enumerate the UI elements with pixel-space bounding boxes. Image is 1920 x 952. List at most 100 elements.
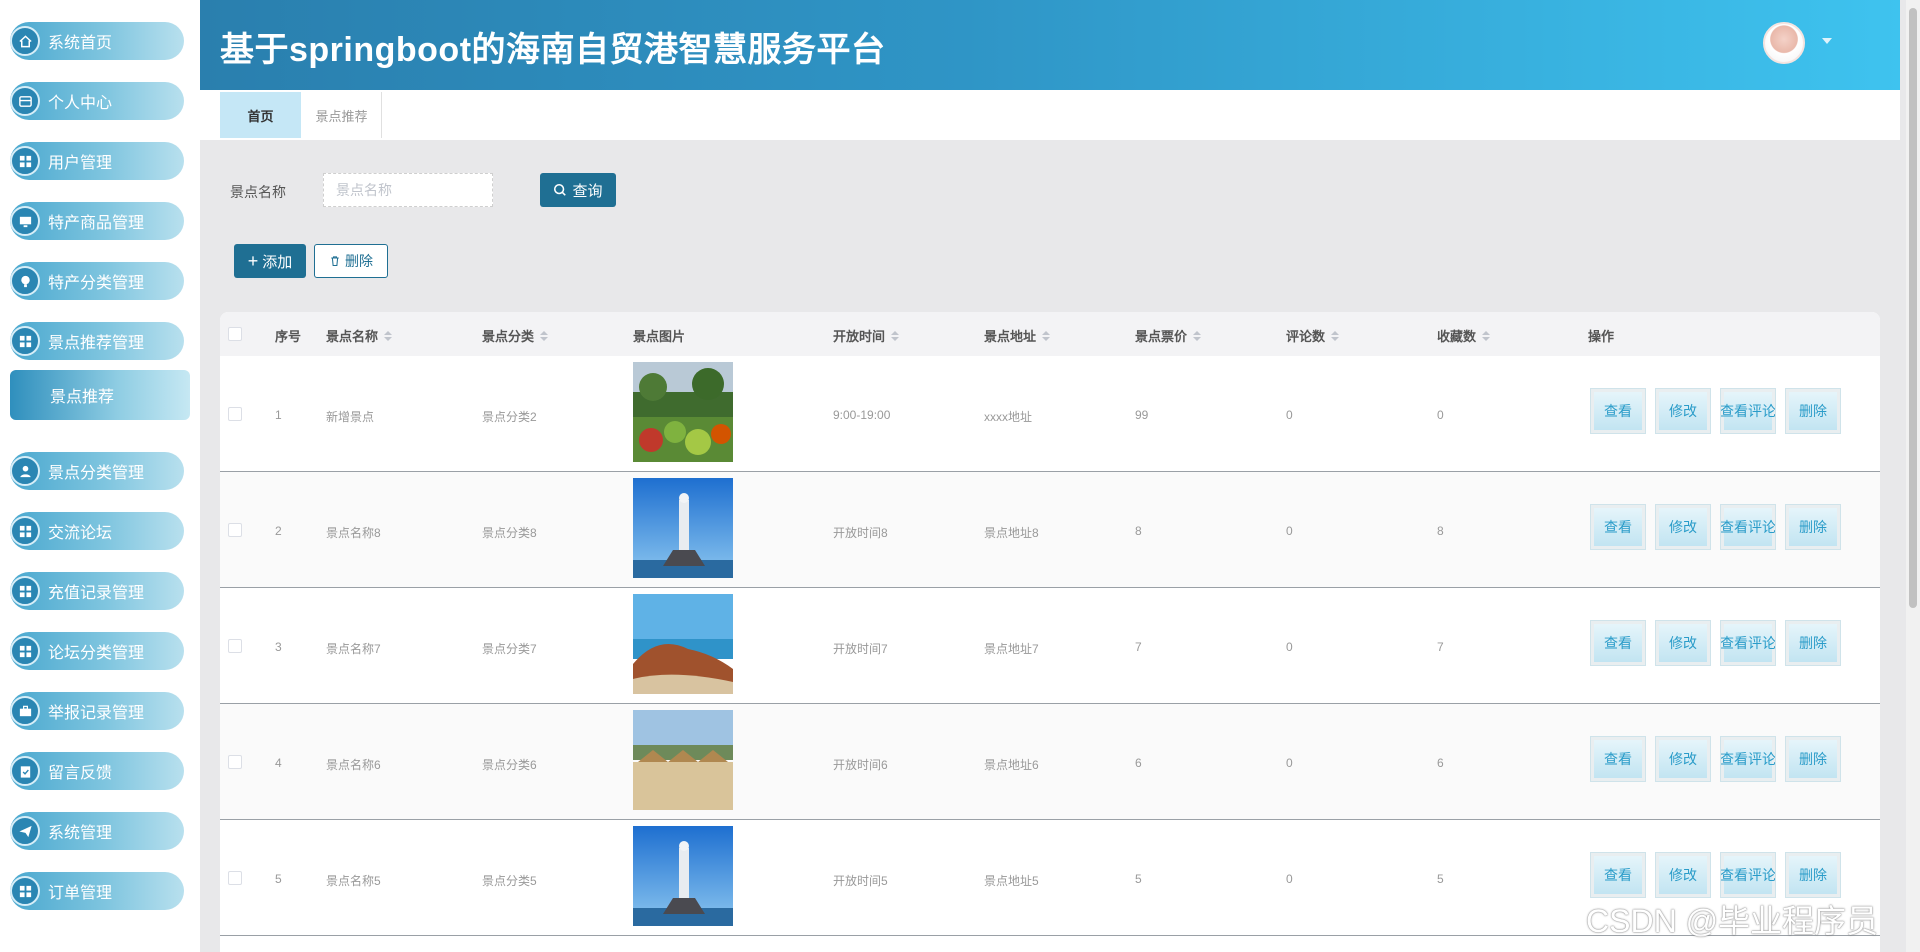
row-delete-button[interactable]: 删除 xyxy=(1785,852,1841,898)
cell-address: 景点地址6 xyxy=(984,758,1039,772)
column-address[interactable]: 景点地址 xyxy=(984,326,1051,345)
row-checkbox[interactable] xyxy=(228,407,242,421)
row-delete-button[interactable]: 删除 xyxy=(1785,620,1841,666)
delete-button-label: 删除 xyxy=(345,253,373,269)
query-button-label: 查询 xyxy=(572,182,603,200)
sidebar-item-specialty-goods[interactable]: 特产商品管理 xyxy=(10,202,184,240)
cell-category: 景点分类5 xyxy=(482,874,537,888)
search-input[interactable] xyxy=(323,173,493,207)
sort-icon[interactable] xyxy=(1042,330,1051,341)
view-comments-button[interactable]: 查看评论 xyxy=(1720,736,1776,782)
avatar[interactable] xyxy=(1763,22,1805,64)
table-row: 4 景点名称6 景点分类6 开放时间6 景点地址6 6 0 6 查看 修改 查看评论 删除 xyxy=(220,704,1880,820)
sidebar-item-forum[interactable]: 交流论坛 xyxy=(10,512,184,550)
row-checkbox[interactable] xyxy=(228,755,242,769)
sidebar-item-label: 留言反馈 xyxy=(48,765,113,782)
briefcase-icon xyxy=(10,696,40,726)
delete-button[interactable]: 删除 xyxy=(314,244,388,278)
sidebar-item-label: 用户管理 xyxy=(48,155,113,172)
edit-button[interactable]: 修改 xyxy=(1655,388,1711,434)
cell-index: 4 xyxy=(275,756,282,770)
cell-comments: 0 xyxy=(1286,872,1293,886)
scrollbar[interactable] xyxy=(1906,0,1920,952)
user-icon xyxy=(10,456,40,486)
sidebar-item-attraction-category[interactable]: 景点分类管理 xyxy=(10,452,184,490)
sidebar-item-system-management[interactable]: 系统管理 xyxy=(10,812,184,850)
grid-icon xyxy=(10,146,40,176)
sidebar-item-attraction-management[interactable]: 景点推荐管理 xyxy=(10,322,184,360)
cell-open-time: 开放时间6 xyxy=(833,758,888,772)
cell-category: 景点分类6 xyxy=(482,758,537,772)
view-comments-button[interactable]: 查看评论 xyxy=(1720,620,1776,666)
row-checkbox[interactable] xyxy=(228,639,242,653)
submenu-attraction-recommend[interactable]: 景点推荐 xyxy=(10,370,190,420)
row-checkbox[interactable] xyxy=(228,871,242,885)
header: 基于springboot的海南自贸港智慧服务平台 xyxy=(200,0,1900,90)
query-button[interactable]: 查询 xyxy=(540,173,616,207)
monitor-icon xyxy=(10,206,40,236)
tab-attraction-recommend[interactable]: 景点推荐 xyxy=(302,92,382,138)
column-name[interactable]: 景点名称 xyxy=(326,326,393,345)
select-all-checkbox[interactable] xyxy=(228,327,242,341)
sidebar-item-label: 景点分类管理 xyxy=(48,465,145,482)
edit-button[interactable]: 修改 xyxy=(1655,620,1711,666)
column-comments[interactable]: 评论数 xyxy=(1286,326,1340,345)
column-price[interactable]: 景点票价 xyxy=(1135,326,1202,345)
sidebar-item-recharge-records[interactable]: 充值记录管理 xyxy=(10,572,184,610)
send-icon xyxy=(10,816,40,846)
column-label: 景点分类 xyxy=(482,329,535,344)
sort-icon[interactable] xyxy=(1482,330,1491,341)
search-icon xyxy=(554,183,567,196)
table-header: 序号 景点名称 景点分类 景点图片 开放时间 景点地址 景点票价 评论数 收藏数… xyxy=(220,312,1880,356)
add-button[interactable]: + 添加 xyxy=(234,244,306,278)
view-button[interactable]: 查看 xyxy=(1590,504,1646,550)
sidebar-item-home[interactable]: 系统首页 xyxy=(10,22,184,60)
view-button[interactable]: 查看 xyxy=(1590,388,1646,434)
table-row: 1 新增景点 景点分类2 9:00-19:00 xxxx地址 99 0 0 查看 修改 查看评论 删除 xyxy=(220,356,1880,472)
sort-icon[interactable] xyxy=(891,330,900,341)
cell-open-time: 9:00-19:00 xyxy=(833,408,891,422)
column-index: 序号 xyxy=(275,326,301,345)
row-checkbox[interactable] xyxy=(228,523,242,537)
column-open-time[interactable]: 开放时间 xyxy=(833,326,900,345)
cell-address: xxxx地址 xyxy=(984,410,1033,424)
cell-favorites: 6 xyxy=(1437,756,1444,770)
grid-icon xyxy=(10,876,40,906)
cell-price: 5 xyxy=(1135,872,1142,886)
cell-category: 景点分类7 xyxy=(482,642,537,656)
sidebar-item-user-management[interactable]: 用户管理 xyxy=(10,142,184,180)
view-button[interactable]: 查看 xyxy=(1590,620,1646,666)
view-comments-button[interactable]: 查看评论 xyxy=(1720,504,1776,550)
edit-button[interactable]: 修改 xyxy=(1655,736,1711,782)
sidebar-item-report-records[interactable]: 举报记录管理 xyxy=(10,692,184,730)
row-delete-button[interactable]: 删除 xyxy=(1785,736,1841,782)
row-delete-button[interactable]: 删除 xyxy=(1785,388,1841,434)
view-button[interactable]: 查看 xyxy=(1590,852,1646,898)
column-favorites[interactable]: 收藏数 xyxy=(1437,326,1491,345)
sidebar-item-label: 系统首页 xyxy=(48,35,113,52)
scrollbar-thumb[interactable] xyxy=(1909,8,1917,608)
chevron-down-icon[interactable] xyxy=(1822,38,1832,44)
cell-name: 景点名称6 xyxy=(326,758,381,772)
sidebar-item-order-management[interactable]: 订单管理 xyxy=(10,872,184,910)
column-category[interactable]: 景点分类 xyxy=(482,326,549,345)
sidebar-item-specialty-category[interactable]: 特产分类管理 xyxy=(10,262,184,300)
attraction-image xyxy=(633,594,733,694)
sort-icon[interactable] xyxy=(1193,330,1202,341)
view-button[interactable]: 查看 xyxy=(1590,736,1646,782)
row-delete-button[interactable]: 删除 xyxy=(1785,504,1841,550)
tab-home[interactable]: 首页 xyxy=(220,92,301,138)
sidebar-item-forum-category[interactable]: 论坛分类管理 xyxy=(10,632,184,670)
edit-button[interactable]: 修改 xyxy=(1655,504,1711,550)
sort-icon[interactable] xyxy=(384,330,393,341)
cell-comments: 0 xyxy=(1286,524,1293,538)
view-comments-button[interactable]: 查看评论 xyxy=(1720,388,1776,434)
sort-icon[interactable] xyxy=(540,330,549,341)
cell-name: 新增景点 xyxy=(326,410,375,424)
sidebar-item-personal-center[interactable]: 个人中心 xyxy=(10,82,184,120)
grid-icon xyxy=(10,576,40,606)
view-comments-button[interactable]: 查看评论 xyxy=(1720,852,1776,898)
sort-icon[interactable] xyxy=(1331,330,1340,341)
sidebar-item-feedback[interactable]: 留言反馈 xyxy=(10,752,184,790)
edit-button[interactable]: 修改 xyxy=(1655,852,1711,898)
